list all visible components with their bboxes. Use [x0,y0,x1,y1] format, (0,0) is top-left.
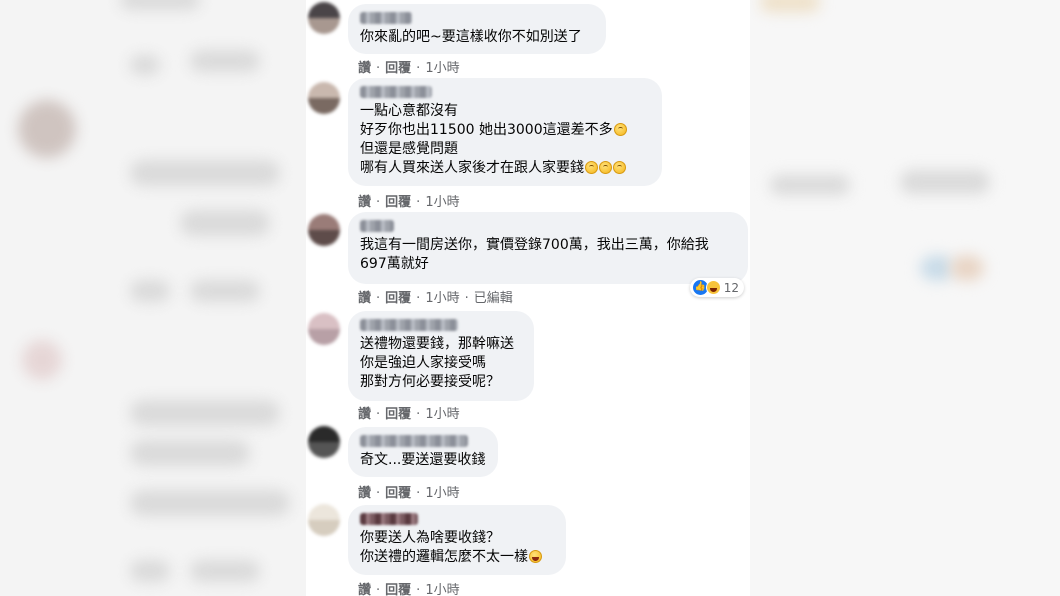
reaction-count: 12 [723,280,739,295]
comment-bubble: 一點心意都沒有 好歹你也出11500 她出3000這還差不多 但還是感覺問題 哪… [348,78,662,186]
separator-dot: · [376,61,381,76]
commenter-avatar[interactable] [308,313,340,345]
blurred-background-left [0,0,306,596]
comment-text-line: 你是強迫人家接受嗎 [360,355,486,371]
like-link[interactable]: 讚 [358,191,371,210]
commenter-avatar[interactable] [308,82,340,114]
reply-link[interactable]: 回覆 [385,579,411,596]
comment-text-line: 那對方何必要接受呢？ [360,374,500,390]
comment-timestamp[interactable]: 1小時 [425,579,459,596]
comment-text-line: 送禮物還要錢，那幹嘛送 [360,336,514,352]
like-link[interactable]: 讚 [358,579,371,596]
like-link[interactable]: 讚 [358,482,371,501]
comment-timestamp[interactable]: 1小時 [425,403,459,422]
haha-icon [705,280,721,295]
like-link[interactable]: 讚 [358,57,371,76]
comment-text-line: 奇文...要送還要收錢 [360,452,486,468]
comment-text-line: 好歹你也出11500 她出3000這還差不多 [360,121,650,140]
like-link[interactable]: 讚 [358,403,371,422]
like-link[interactable]: 讚 [358,287,371,306]
separator-dot: · [376,486,381,501]
comment-timestamp[interactable]: 1小時 [425,191,459,210]
separator-dot: · [376,195,381,210]
separator-dot: · [416,61,421,76]
comment-actions: 讚 · 回覆 · 1小時 · 已編輯 [358,287,513,306]
commenter-name-blurred[interactable] [360,319,458,331]
comment-actions: 讚 · 回覆 · 1小時 [358,482,460,501]
blurred-background-right [750,0,1060,596]
reaction-summary[interactable]: 👍 12 [689,278,744,297]
comment-bubble: 你來亂的吧~要這樣收你不如別送了 [348,4,606,54]
comment-actions: 讚 · 回覆 · 1小時 [358,403,460,422]
comment-actions: 讚 · 回覆 · 1小時 [358,191,460,210]
comment-bubble: 你要送人為啥要收錢？ 你送禮的邏輯怎麼不太一樣 [348,505,566,575]
comment-bubble: 奇文...要送還要收錢 [348,427,498,477]
comment-text-line: 你來亂的吧~要這樣收你不如別送了 [360,29,582,45]
comment-bubble: 送禮物還要錢，那幹嘛送 你是強迫人家接受嗎 那對方何必要接受呢？ [348,311,534,401]
comment-bubble: 我這有一間房送你，實價登錄700萬，我出三萬，你給我 697萬就好 👍 12 [348,212,748,297]
commenter-name-blurred[interactable] [360,12,412,24]
commenter-avatar[interactable] [308,214,340,246]
comment-text-line: 697萬就好 [360,256,429,272]
rolling-eyes-emoji [585,161,598,174]
commenter-name-blurred[interactable] [360,220,394,232]
separator-dot: · [376,407,381,422]
comment-text-line: 但還是感覺問題 [360,141,458,157]
grinning-squinting-emoji [529,550,542,563]
comment-text-line: 一點心意都沒有 [360,103,458,119]
rolling-eyes-emoji [599,161,612,174]
reply-link[interactable]: 回覆 [385,403,411,422]
comment-text-line: 你要送人為啥要收錢？ [360,530,500,546]
comment-feed: 你來亂的吧~要這樣收你不如別送了 讚 · 回覆 · 1小時 一點心意都沒有 好歹你也出1… [306,0,750,596]
separator-dot: · [416,407,421,422]
commenter-name-blurred[interactable] [360,86,432,98]
comment-actions: 讚 · 回覆 · 1小時 [358,57,460,76]
reply-link[interactable]: 回覆 [385,287,411,306]
separator-dot: · [464,291,469,306]
separator-dot: · [416,291,421,306]
commenter-avatar[interactable] [308,504,340,536]
comment-timestamp[interactable]: 1小時 [425,287,459,306]
comment-timestamp[interactable]: 1小時 [425,57,459,76]
comment-text-line: 哪有人買來送人家後才在跟人家要錢 [360,159,650,178]
separator-dot: · [416,195,421,210]
reply-link[interactable]: 回覆 [385,191,411,210]
commenter-name-blurred[interactable] [360,435,468,447]
separator-dot: · [416,486,421,501]
separator-dot: · [416,583,421,596]
separator-dot: · [376,291,381,306]
commenter-avatar[interactable] [308,2,340,34]
reply-link[interactable]: 回覆 [385,482,411,501]
commenter-name-blurred[interactable] [360,513,418,525]
edited-label[interactable]: 已編輯 [474,287,513,306]
comment-actions: 讚 · 回覆 · 1小時 [358,579,460,596]
rolling-eyes-emoji [613,123,627,136]
comment-text-line: 你送禮的邏輯怎麼不太一樣 [360,548,554,567]
comment-text-line: 我這有一間房送你，實價登錄700萬，我出三萬，你給我 [360,237,709,253]
separator-dot: · [376,583,381,596]
reply-link[interactable]: 回覆 [385,57,411,76]
rolling-eyes-emoji [613,161,626,174]
comment-timestamp[interactable]: 1小時 [425,482,459,501]
commenter-avatar[interactable] [308,426,340,458]
